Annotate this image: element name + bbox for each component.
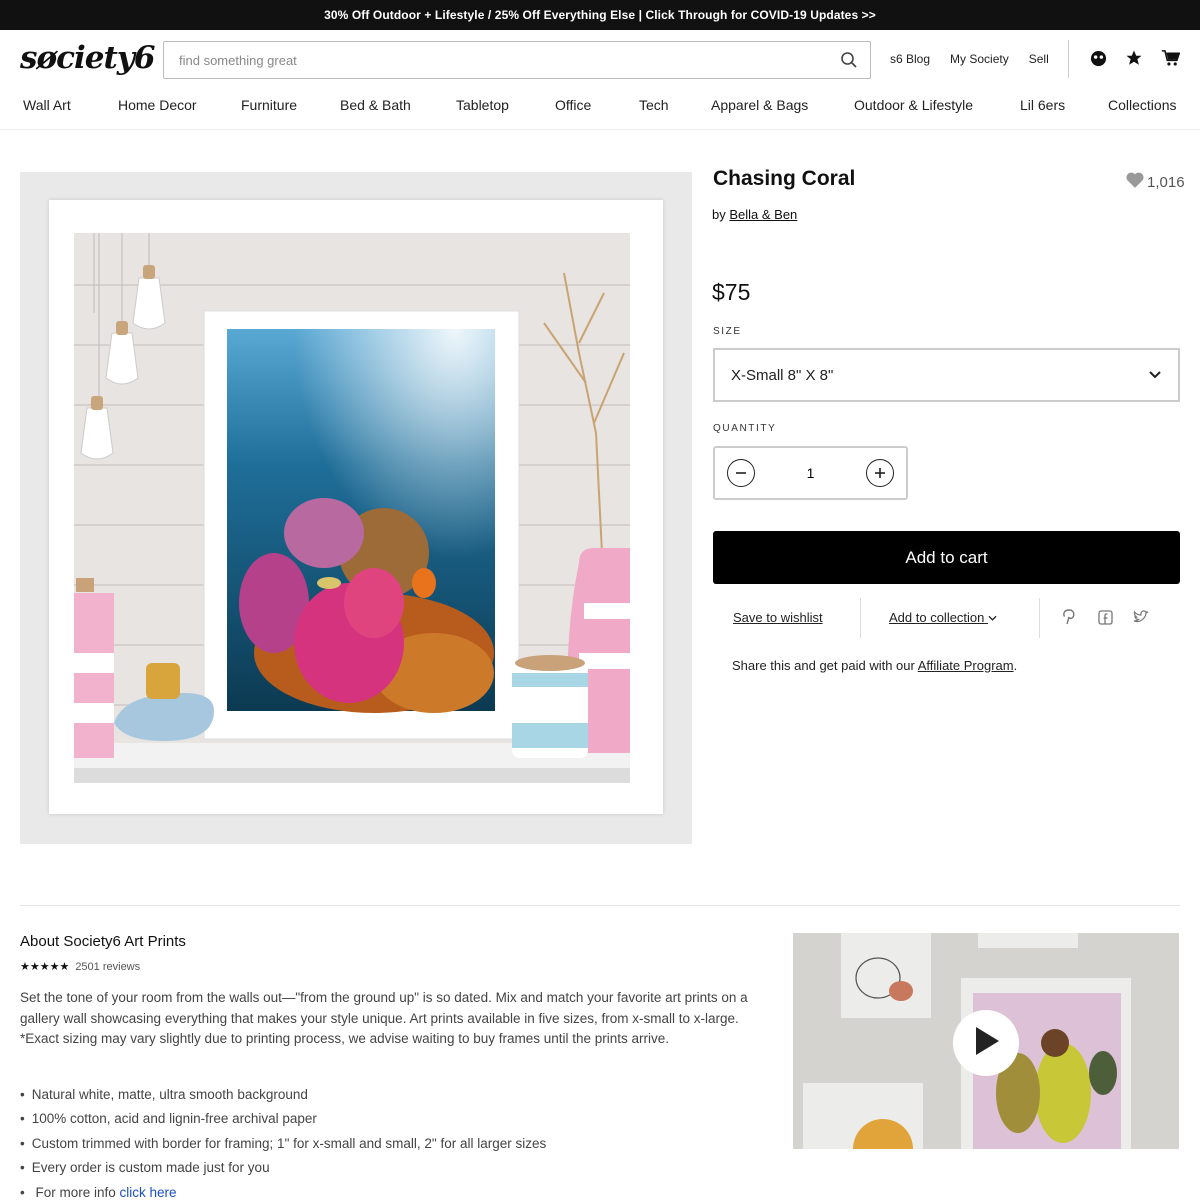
product-title: Chasing Coral xyxy=(713,167,856,190)
action-divider xyxy=(1039,598,1040,638)
quantity-label: QUANTITY xyxy=(713,423,777,434)
star-icon[interactable] xyxy=(1124,48,1144,68)
share-text: Share this and get paid with our xyxy=(732,658,915,673)
top-links: s6 Blog My Society Sell xyxy=(890,52,1049,66)
review-count: 2501 reviews xyxy=(75,960,141,973)
search-bar xyxy=(163,41,871,79)
size-value: X-Small 8" X 8" xyxy=(731,366,834,384)
print-mat xyxy=(49,200,663,814)
society6-logo[interactable]: søciety6 xyxy=(20,40,155,76)
more-info-text: For more info xyxy=(35,1184,116,1200)
feature-item: Custom trimmed with border for framing; … xyxy=(20,1134,547,1158)
favorite-count: 1,016 xyxy=(1147,173,1185,191)
product-photo xyxy=(74,233,630,783)
category-nav: Wall Art Home Decor Furniture Bed & Bath… xyxy=(0,90,1200,130)
nav-outdoor-lifestyle[interactable]: Outdoor & Lifestyle xyxy=(854,97,973,113)
account-icon[interactable] xyxy=(1088,48,1108,68)
nav-wall-art[interactable]: Wall Art xyxy=(23,97,71,113)
add-to-cart-button[interactable]: Add to cart xyxy=(713,531,1180,584)
size-dropdown[interactable]: X-Small 8" X 8" xyxy=(713,348,1180,402)
play-button[interactable] xyxy=(953,1010,1019,1076)
search-input[interactable] xyxy=(164,42,828,78)
cart-icon[interactable] xyxy=(1160,48,1180,68)
click-here-link[interactable]: click here xyxy=(120,1185,177,1200)
affiliate-text: Share this and get paid with our Affilia… xyxy=(732,658,1018,673)
header-divider xyxy=(1068,40,1069,78)
by-prefix: by xyxy=(712,207,726,222)
blog-link[interactable]: s6 Blog xyxy=(890,52,930,66)
feature-item-more-info: For more info click here xyxy=(20,1183,546,1200)
rating-stars: ★★★★★ xyxy=(20,961,70,973)
reviews-summary[interactable]: ★★★★★ 2501 reviews xyxy=(20,960,141,974)
nav-collections[interactable]: Collections xyxy=(1108,97,1176,113)
increase-quantity-button[interactable] xyxy=(866,459,894,487)
about-title: About Society6 Art Prints xyxy=(20,933,186,950)
video-thumbnail[interactable] xyxy=(793,933,1179,1149)
promo-banner[interactable]: 30% Off Outdoor + Lifestyle / 25% Off Ev… xyxy=(0,0,1200,30)
add-to-collection-link[interactable]: Add to collection xyxy=(889,610,997,625)
section-divider xyxy=(20,905,1180,906)
affiliate-program-link[interactable]: Affiliate Program xyxy=(918,658,1014,673)
product-price: $75 xyxy=(712,279,751,305)
my-society-link[interactable]: My Society xyxy=(950,52,1009,66)
action-divider xyxy=(860,598,861,638)
quantity-input[interactable] xyxy=(780,465,841,481)
chevron-down-icon xyxy=(1148,367,1162,384)
site-header: søciety6 s6 Blog My Society Sell xyxy=(0,30,1200,88)
header-icons xyxy=(1088,48,1180,68)
size-label: SIZE xyxy=(713,326,742,337)
nav-home-decor[interactable]: Home Decor xyxy=(118,97,197,113)
facebook-icon[interactable] xyxy=(1097,609,1113,625)
save-to-wishlist-link[interactable]: Save to wishlist xyxy=(733,610,823,625)
heart-icon xyxy=(1126,172,1144,192)
twitter-icon[interactable] xyxy=(1133,609,1149,625)
nav-tech[interactable]: Tech xyxy=(639,97,669,113)
artist-byline: by Bella & Ben xyxy=(712,207,797,222)
nav-lil-6ers[interactable]: Lil 6ers xyxy=(1020,97,1065,113)
about-description: Set the tone of your room from the walls… xyxy=(20,990,748,1047)
feature-item: Natural white, matte, ultra smooth backg… xyxy=(20,1085,546,1109)
feature-list: Natural white, matte, ultra smooth backg… xyxy=(20,1085,547,1200)
nav-furniture[interactable]: Furniture xyxy=(241,97,297,113)
add-collection-label: Add to collection xyxy=(889,610,985,625)
sell-link[interactable]: Sell xyxy=(1029,52,1049,66)
chevron-down-icon xyxy=(988,615,997,621)
decrease-quantity-button[interactable] xyxy=(727,459,755,487)
product-actions: Save to wishlist Add to collection xyxy=(713,598,1180,638)
nav-bed-bath[interactable]: Bed & Bath xyxy=(340,97,411,113)
feature-item: 100% cotton, acid and lignin-free archiv… xyxy=(20,1109,546,1133)
quantity-stepper xyxy=(713,446,908,500)
artist-link[interactable]: Bella & Ben xyxy=(729,207,797,222)
product-image[interactable] xyxy=(20,172,692,844)
search-icon[interactable] xyxy=(828,42,870,78)
favorite-button[interactable]: 1,016 xyxy=(1126,172,1185,192)
feature-item: Every order is custom made just for you xyxy=(20,1158,546,1182)
nav-tabletop[interactable]: Tabletop xyxy=(456,97,509,113)
nav-apparel-bags[interactable]: Apparel & Bags xyxy=(711,97,808,113)
play-icon xyxy=(970,1024,1002,1063)
pinterest-icon[interactable] xyxy=(1061,609,1077,625)
nav-office[interactable]: Office xyxy=(555,97,591,113)
